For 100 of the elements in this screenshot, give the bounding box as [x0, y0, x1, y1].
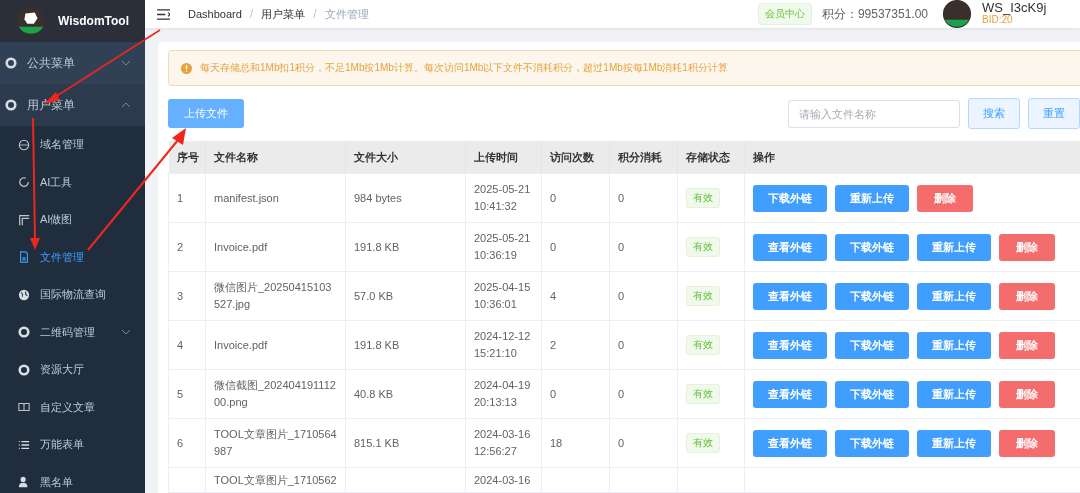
delete-button[interactable]: 删除	[917, 184, 973, 212]
action-button[interactable]: 下载外链	[835, 233, 909, 261]
table-cell: 2	[550, 338, 557, 351]
caret-icon	[121, 102, 131, 108]
menu-item[interactable]: 国际物流查询	[0, 276, 145, 314]
avatar-icon[interactable]	[942, 0, 972, 29]
column-header: 文件名称	[205, 141, 346, 174]
delete-button[interactable]: 删除	[999, 331, 1055, 359]
breadcrumb-item[interactable]: 用户菜单	[261, 6, 306, 22]
table-cell: 18	[550, 436, 563, 449]
menu-item[interactable]: 文件管理	[0, 238, 145, 276]
upload-time: 2025-05-21 10:36:19	[474, 232, 531, 261]
delete-button[interactable]: 删除	[999, 429, 1055, 457]
table-cell: 57.0 KB	[354, 289, 394, 302]
list-icon	[18, 438, 30, 451]
breadcrumb-item[interactable]: Dashboard	[188, 8, 242, 20]
delete-button[interactable]: 删除	[999, 380, 1055, 408]
table-cell: 0	[618, 191, 625, 204]
search-field[interactable]: 请输入文件名称	[788, 99, 960, 128]
action-button[interactable]: 查看外链	[753, 282, 827, 310]
logo-icon	[16, 6, 46, 36]
action-button[interactable]: 重新上传	[917, 429, 991, 457]
status-tag: 有效	[686, 433, 720, 453]
table-cell: 815.1 KB	[354, 436, 400, 449]
table-cell: 4	[550, 289, 557, 302]
ring-icon	[5, 99, 17, 111]
menu-item[interactable]: 二维码管理	[0, 313, 145, 351]
bid-text: BID:20	[982, 14, 1013, 26]
table-cell: 40.8 KB	[354, 387, 394, 400]
book-icon	[18, 401, 30, 414]
search-button[interactable]: 搜索	[968, 98, 1020, 129]
column-header: 操作	[744, 141, 1080, 174]
upload-time: 2024-03-16	[474, 474, 531, 486]
action-button[interactable]: 下载外链	[835, 331, 909, 359]
upload-time: 2024-12-12 15:21:10	[474, 330, 531, 359]
refresh-icon	[18, 176, 30, 189]
action-button[interactable]: 下载外链	[835, 429, 909, 457]
action-button[interactable]: 查看外链	[753, 331, 827, 359]
action-button[interactable]: 查看外链	[753, 233, 827, 261]
menu-item[interactable]: 黑名单	[0, 463, 145, 493]
user-icon	[18, 476, 30, 489]
menu-item[interactable]: 资源大厅	[0, 351, 145, 389]
table-cell: 984 bytes	[354, 191, 402, 204]
upload-button[interactable]: 上传文件	[168, 99, 244, 128]
notice-text: 每天存储总和1Mb扣1积分，不足1Mb按1Mb计算。每次访问1Mb以下文件不消耗积分，超过1Mb按每1Mb消耗1积分计算	[200, 61, 728, 75]
status-tag: 有效	[686, 286, 720, 306]
action-button[interactable]: 下载外链	[753, 184, 827, 212]
menu-item[interactable]: 域名管理	[0, 126, 145, 164]
breadcrumb-separator: /	[249, 7, 254, 21]
delete-button[interactable]: 删除	[999, 233, 1055, 261]
table-cell: 4	[177, 338, 184, 351]
menu-item[interactable]: AI工具	[0, 163, 145, 201]
globe-icon	[18, 288, 30, 301]
file-name: 微信图片_20250415103527.jpg	[214, 281, 332, 310]
delete-button[interactable]: 删除	[999, 282, 1055, 310]
file-name: Invoice.pdf	[214, 240, 268, 253]
action-button[interactable]: 下载外链	[835, 380, 909, 408]
action-button[interactable]: 重新上传	[917, 282, 991, 310]
table-cell: 0	[618, 289, 625, 302]
table-cell: 0	[550, 387, 557, 400]
menu-item[interactable]: 公共菜单	[0, 42, 145, 84]
member-center-tag[interactable]: 会员中心	[757, 3, 812, 25]
column-header: 访问次数	[541, 141, 610, 174]
document-icon	[18, 251, 30, 264]
action-button[interactable]: 重新上传	[835, 184, 909, 212]
table-cell: 3	[177, 289, 184, 302]
menu-icon[interactable]	[157, 8, 170, 20]
username: WS_I3cK9j	[982, 2, 1048, 14]
caret-icon	[121, 60, 131, 66]
action-button[interactable]: 重新上传	[917, 380, 991, 408]
menu-item[interactable]: 万能表单	[0, 426, 145, 464]
table-cell: 5	[177, 387, 184, 400]
warning-icon	[181, 62, 192, 74]
table-cell: 2	[177, 240, 184, 253]
logo-text: WisdomTool	[58, 14, 129, 28]
table-cell: 0	[618, 240, 625, 253]
ring-icon	[5, 57, 17, 69]
status-tag: 有效	[686, 335, 720, 355]
column-header: 上传时间	[465, 141, 542, 174]
points-text: 积分：99537351.00	[821, 5, 928, 23]
action-button[interactable]: 重新上传	[917, 233, 991, 261]
action-button[interactable]: 查看外链	[753, 380, 827, 408]
upload-time: 2024-04-19 20:13:13	[474, 379, 531, 408]
file-name: TOOL文章图片_1710564987	[214, 428, 337, 457]
table-cell: 0	[618, 387, 625, 400]
menu-item[interactable]: AI做图	[0, 201, 145, 239]
action-button[interactable]: 查看外链	[753, 429, 827, 457]
file-name: manifest.json	[214, 191, 279, 204]
file-name: Invoice.pdf	[214, 338, 268, 351]
upload-time: 2025-04-15 10:36:01	[474, 281, 531, 310]
menu-item[interactable]: 自定义文章	[0, 388, 145, 426]
table-cell: 191.8 KB	[354, 338, 400, 351]
breadcrumb-separator: /	[313, 7, 317, 21]
gauge-icon	[18, 138, 30, 151]
column-header: 存储状态	[677, 141, 745, 174]
action-button[interactable]: 下载外链	[835, 282, 909, 310]
reset-button[interactable]: 重置	[1028, 98, 1080, 129]
table-cell: 6	[177, 436, 184, 449]
table-cell: 0	[618, 338, 625, 351]
action-button[interactable]: 重新上传	[917, 331, 991, 359]
